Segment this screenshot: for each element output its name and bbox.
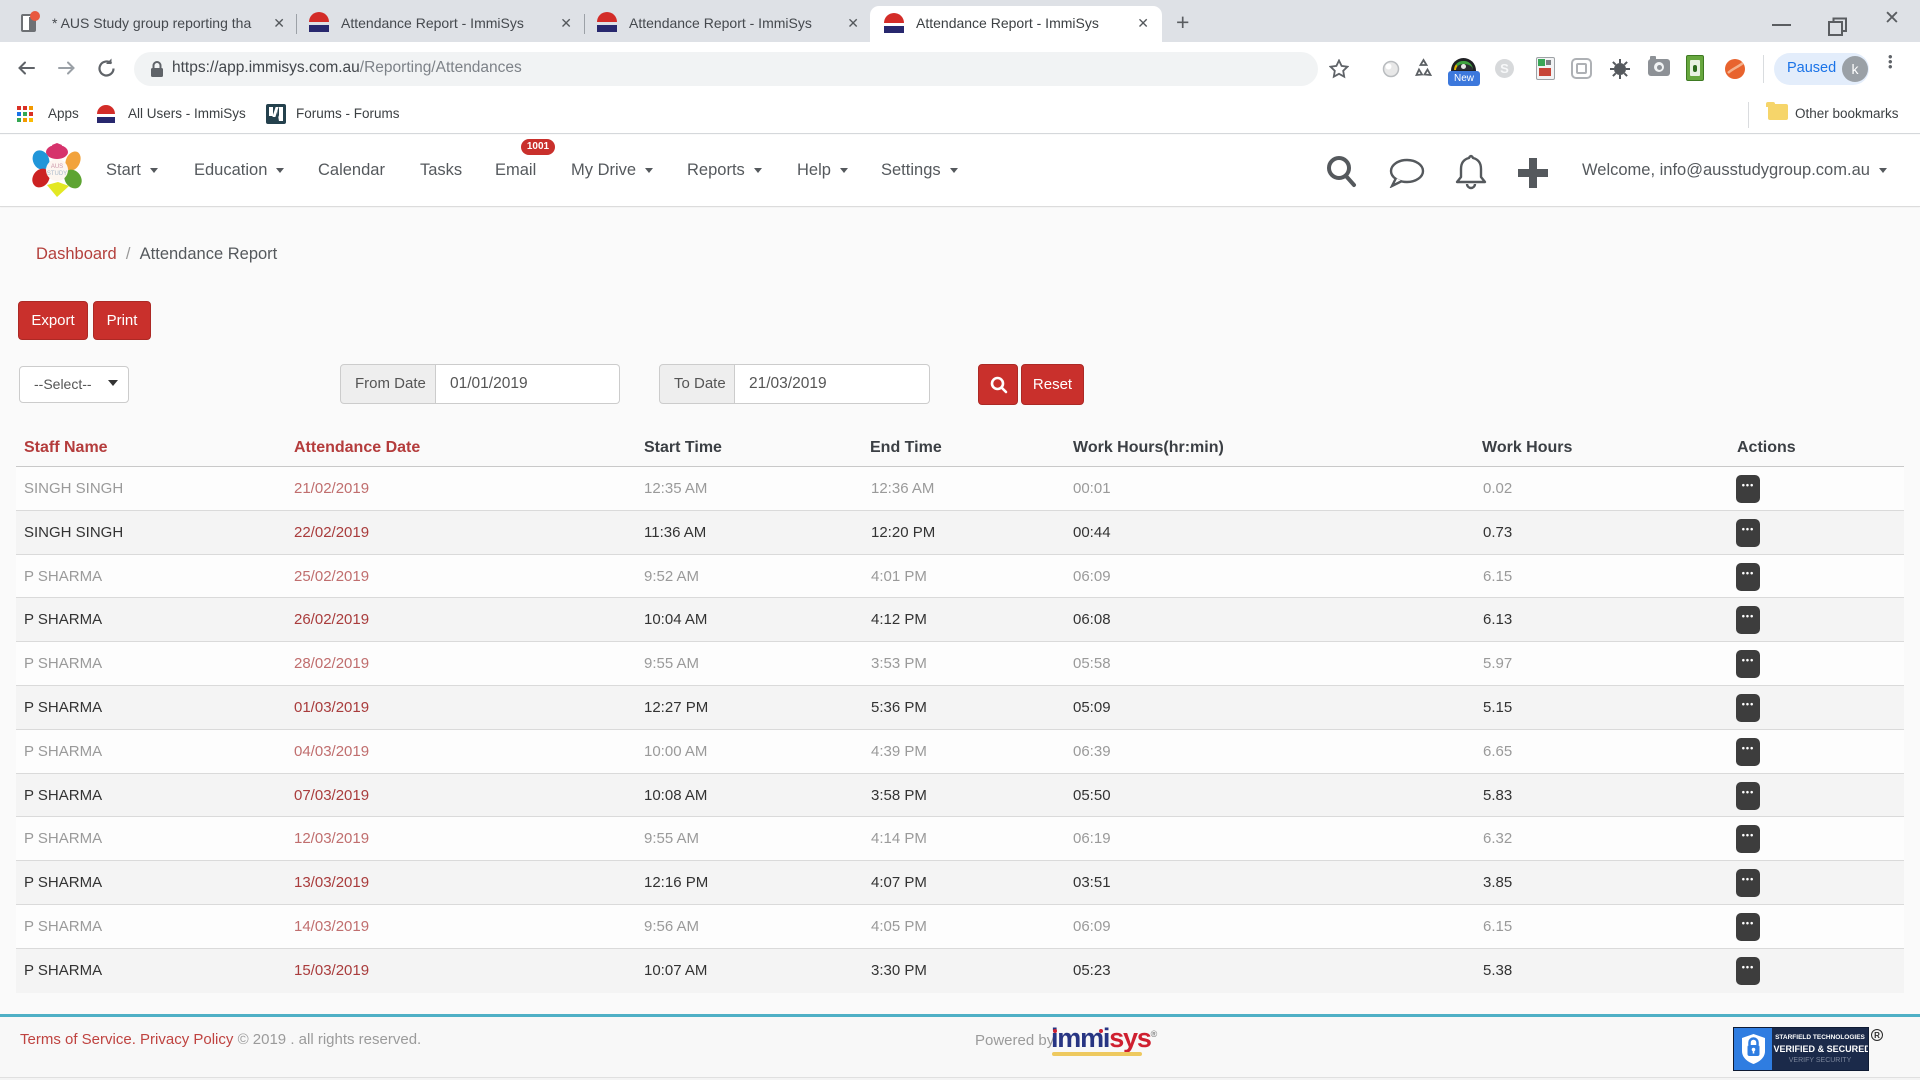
svg-text:S: S	[1500, 61, 1509, 76]
svg-text:AUS: AUS	[51, 164, 63, 170]
svg-text:STUDY: STUDY	[47, 171, 67, 177]
